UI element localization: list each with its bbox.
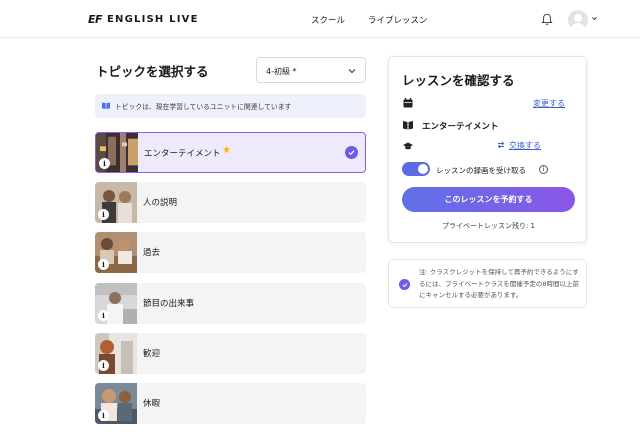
chevron-down-icon [348, 69, 356, 74]
swap-teacher-link[interactable]: 交換する [509, 140, 541, 151]
user-avatar[interactable] [568, 10, 588, 30]
confirm-title: レッスンを確認する [402, 73, 515, 88]
star-icon: ★ [222, 145, 231, 156]
swap-icon[interactable] [497, 141, 505, 149]
change-time-link[interactable]: 変更する [533, 98, 565, 109]
topic-label: 歓迎 [143, 349, 161, 359]
toggle-knob [418, 164, 428, 174]
topic-item-vacation[interactable]: i 休暇 [95, 383, 366, 424]
cancellation-note-text: 注: クラスクレジットを保持して再予約できるようにするには、プライベートクラスを… [419, 268, 580, 299]
nav-live-lessons[interactable]: ライブレッスン [368, 14, 428, 26]
logo-text: ENGLISH LIVE [107, 14, 199, 25]
lesson-confirm-card: レッスンを確認する 変更する エンターテイメント 交換する レッスンの録画を受け… [388, 56, 587, 243]
logo-mark: EF [88, 13, 103, 26]
topic-label: 過去 [143, 248, 161, 258]
topic-item-entertainment[interactable]: i エンターテイメント ★ [95, 132, 366, 173]
top-header: EF ENGLISH LIVE スクール ライブレッスン [0, 0, 640, 38]
check-circle-icon [345, 146, 358, 159]
ef-logo[interactable]: EF ENGLISH LIVE [88, 13, 199, 26]
topic-info-banner: トピックは、現在学習しているユニットに関連しています [95, 94, 366, 118]
info-icon[interactable]: i [98, 410, 109, 421]
check-circle-icon [399, 279, 410, 290]
topic-info-text: トピックは、現在学習しているユニットに関連しています [115, 103, 292, 111]
info-icon[interactable]: i [539, 165, 548, 174]
selected-topic: エンターテイメント [422, 122, 499, 132]
graduation-cap-icon [403, 142, 413, 150]
record-lesson-label: レッスンの録画を受け取る [436, 166, 526, 175]
nav-school[interactable]: スクール [311, 14, 345, 26]
topic-item-milestones[interactable]: i 節目の出来事 [95, 283, 366, 324]
book-lesson-button[interactable]: このレッスンを予約する [402, 187, 575, 212]
info-icon[interactable]: i [98, 310, 109, 321]
info-icon[interactable]: i [99, 158, 110, 169]
info-icon[interactable]: i [98, 259, 109, 270]
topic-label: 節目の出来事 [143, 299, 195, 309]
record-lesson-toggle[interactable] [402, 162, 430, 176]
topic-label: 人の説明 [143, 198, 178, 208]
book-open-icon [102, 102, 110, 109]
topic-label: エンターテイメント [144, 149, 221, 159]
topic-item-welcome[interactable]: i 歓迎 [95, 333, 366, 374]
topic-label: 休暇 [143, 399, 161, 409]
bell-icon[interactable] [541, 13, 553, 26]
chevron-down-icon[interactable] [592, 16, 597, 21]
level-select[interactable]: 4-初級 * [256, 57, 366, 83]
calendar-icon [403, 98, 413, 108]
topic-item-past[interactable]: i 過去 [95, 232, 366, 273]
topic-item-describing-people[interactable]: i 人の説明 [95, 182, 366, 223]
info-icon[interactable]: i [98, 209, 109, 220]
topic-section-title: トピックを選択する [96, 64, 209, 79]
book-icon [403, 121, 413, 130]
cancellation-note-card: 注: クラスクレジットを保持して再予約できるようにするには、プライベートクラスを… [388, 259, 587, 308]
info-icon[interactable]: i [98, 360, 109, 371]
remaining-lessons: プライベートレッスン残り: 1 [441, 222, 536, 230]
level-select-value: 4-初級 * [266, 67, 297, 76]
